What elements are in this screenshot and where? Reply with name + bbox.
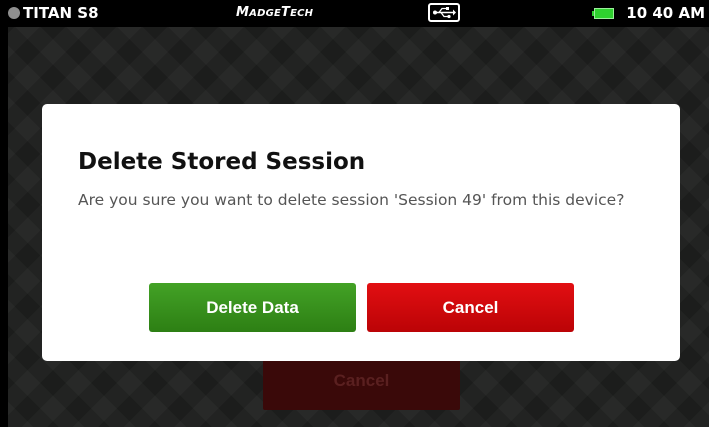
device-name: TITAN S8 (23, 4, 99, 22)
device-screen: TITAN S8 MADGETECH 10 40 AM Cancel Delet… (0, 0, 709, 427)
status-bar: TITAN S8 MADGETECH 10 40 AM (0, 0, 709, 27)
dialog-title: Delete Stored Session (78, 149, 366, 175)
dialog-message: Are you sure you want to delete session … (78, 191, 625, 209)
usb-icon (428, 3, 460, 22)
delete-session-dialog: Delete Stored Session Are you sure you w… (42, 104, 680, 361)
background-cancel-button: Cancel (263, 358, 460, 410)
brand-logo: MADGETECH (236, 5, 314, 20)
device-status-icon (8, 7, 20, 19)
delete-data-button[interactable]: Delete Data (149, 283, 356, 332)
clock: 10 40 AM (626, 4, 705, 22)
cancel-button[interactable]: Cancel (367, 283, 574, 332)
battery-icon (592, 8, 614, 19)
